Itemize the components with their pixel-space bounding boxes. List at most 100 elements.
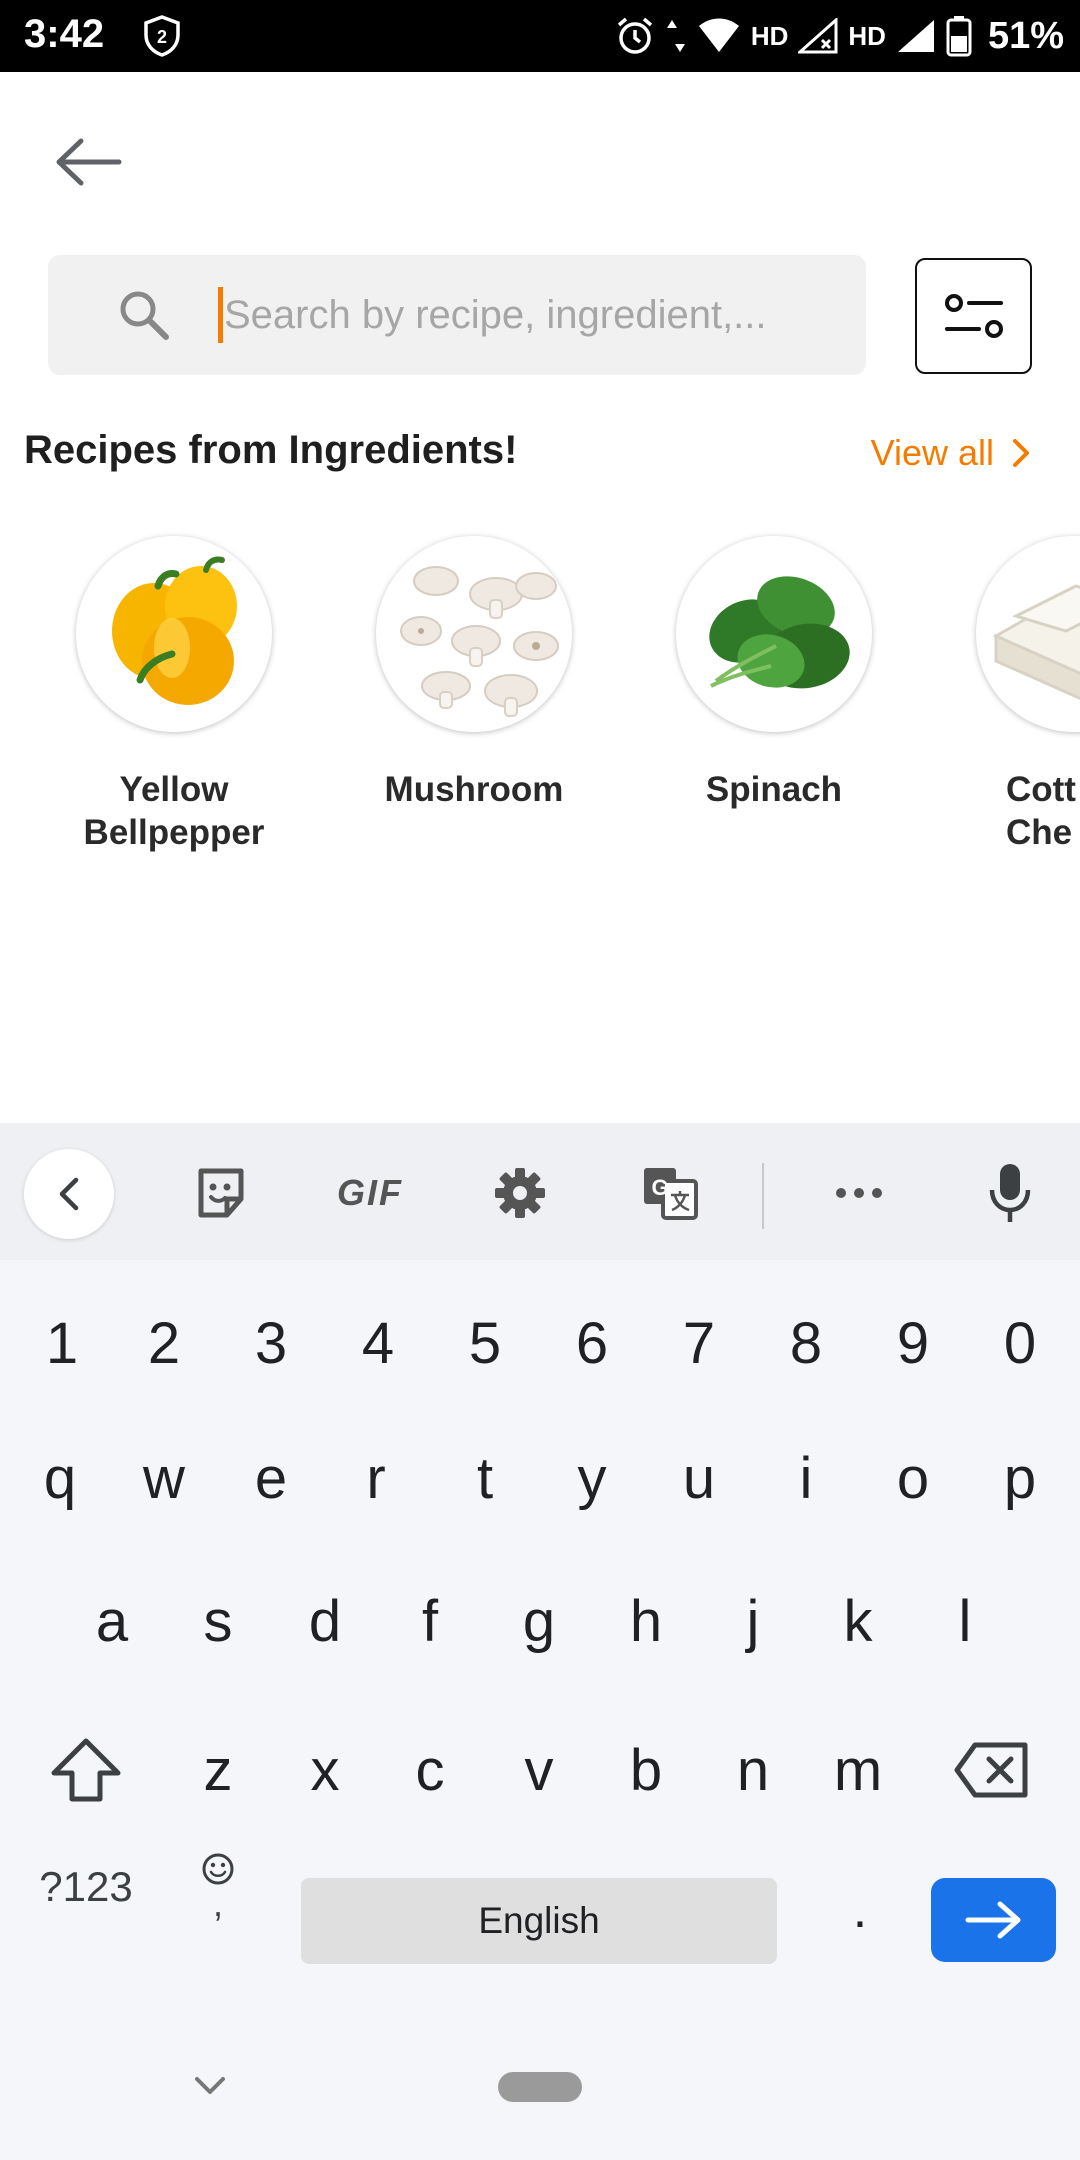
signal-muted-icon: [798, 18, 838, 54]
keyboard-toolbar: GIF G: [0, 1123, 1080, 1260]
home-gesture-pill[interactable]: [498, 2072, 582, 2102]
emoji-comma-key[interactable]: ,: [178, 1832, 258, 1942]
key-s[interactable]: s: [168, 1561, 268, 1681]
key-u[interactable]: u: [649, 1418, 749, 1538]
signal-icon: [897, 20, 934, 52]
arrow-right-icon: [965, 1901, 1020, 1939]
period-key[interactable]: .: [820, 1860, 900, 1960]
gif-button[interactable]: GIF: [325, 1151, 415, 1235]
gear-icon: [495, 1168, 545, 1218]
emoji-icon: [202, 1853, 234, 1885]
more-horizontal-icon: [836, 1188, 882, 1198]
key-4[interactable]: 4: [328, 1283, 428, 1403]
key-c[interactable]: c: [380, 1710, 480, 1830]
search-bar[interactable]: [48, 255, 866, 375]
section-title: Recipes from Ingredients!: [24, 428, 518, 472]
ingredient-item-cottage-cheese[interactable]: Cott Che: [944, 536, 1080, 854]
key-8[interactable]: 8: [756, 1283, 856, 1403]
symbols-key[interactable]: ?123: [24, 1842, 148, 1932]
key-q[interactable]: q: [10, 1418, 110, 1538]
key-9[interactable]: 9: [863, 1283, 963, 1403]
ingredient-name: Spinach: [705, 770, 843, 809]
data-arrows-icon: [666, 20, 685, 52]
ingredient-item-spinach[interactable]: Spinach: [644, 536, 904, 811]
key-f[interactable]: f: [380, 1561, 480, 1681]
key-5[interactable]: 5: [435, 1283, 535, 1403]
wifi-icon: [698, 18, 739, 52]
alarm-icon: [617, 17, 652, 54]
microphone-icon: [989, 1164, 1031, 1222]
sticker-icon: [198, 1168, 244, 1218]
key-h[interactable]: h: [596, 1561, 696, 1681]
key-m[interactable]: m: [808, 1710, 908, 1830]
key-3[interactable]: 3: [221, 1283, 321, 1403]
view-all-link[interactable]: View all: [871, 432, 1030, 474]
key-w[interactable]: w: [114, 1418, 214, 1538]
shift-icon: [51, 1738, 121, 1802]
toolbar-collapse-button[interactable]: [24, 1149, 114, 1239]
sticker-button[interactable]: [176, 1151, 266, 1235]
key-e[interactable]: e: [221, 1418, 321, 1538]
spinach-image: [676, 536, 872, 732]
chevron-left-icon: [59, 1177, 79, 1211]
enter-key[interactable]: [931, 1878, 1056, 1962]
text-cursor: [218, 287, 223, 343]
key-v[interactable]: v: [489, 1710, 589, 1830]
mushroom-image: [376, 536, 572, 732]
key-2[interactable]: 2: [114, 1283, 214, 1403]
key-j[interactable]: j: [703, 1561, 803, 1681]
key-i[interactable]: i: [756, 1418, 856, 1538]
voice-input-button[interactable]: [965, 1151, 1055, 1235]
keyboard-settings-button[interactable]: [475, 1151, 565, 1235]
key-r[interactable]: r: [326, 1418, 426, 1538]
battery-percent: 51%: [987, 14, 1064, 57]
network-label-2: HD: [848, 20, 886, 51]
gif-icon: GIF: [337, 1172, 403, 1213]
space-key[interactable]: English: [301, 1878, 777, 1964]
ingredient-item-mushroom[interactable]: Mushroom: [344, 536, 604, 811]
key-6[interactable]: 6: [542, 1283, 642, 1403]
status-bar: 3:42 2 HD HD 51%: [0, 0, 1080, 72]
key-l[interactable]: l: [915, 1561, 1015, 1681]
ingredient-name: Cott Che: [1006, 770, 1076, 852]
view-all-label: View all: [870, 432, 994, 473]
search-input[interactable]: [224, 275, 824, 355]
toolbar-divider: [762, 1163, 764, 1229]
backspace-key[interactable]: [942, 1710, 1042, 1830]
key-x[interactable]: x: [275, 1710, 375, 1830]
ingredient-carousel[interactable]: Yellow Bellpepper Mushroom Spinach Cott …: [0, 530, 1080, 870]
shift-key[interactable]: [36, 1710, 136, 1830]
ingredient-name: Mushroom: [384, 770, 564, 809]
chevron-down-icon: [195, 2077, 225, 2094]
backspace-icon: [954, 1742, 1028, 1798]
filter-sliders-icon: [944, 294, 1003, 338]
translate-button[interactable]: G: [625, 1151, 715, 1235]
ingredient-item-yellow-bellpepper[interactable]: Yellow Bellpepper: [44, 536, 304, 854]
key-n[interactable]: n: [703, 1710, 803, 1830]
battery-icon: [946, 16, 972, 57]
arrow-left-icon: [56, 138, 122, 186]
key-t[interactable]: t: [435, 1418, 535, 1538]
status-time: 3:42: [24, 12, 105, 56]
key-0[interactable]: 0: [970, 1283, 1070, 1403]
key-b[interactable]: b: [596, 1710, 696, 1830]
translate-icon: G: [644, 1168, 698, 1220]
more-options-button[interactable]: [814, 1151, 904, 1235]
key-a[interactable]: a: [62, 1561, 162, 1681]
key-k[interactable]: k: [808, 1561, 908, 1681]
key-g[interactable]: g: [489, 1561, 589, 1681]
key-d[interactable]: d: [275, 1561, 375, 1681]
key-o[interactable]: o: [863, 1418, 963, 1538]
network-label: HD: [750, 20, 789, 51]
search-icon: [120, 291, 169, 340]
shield-notification-icon: 2: [144, 15, 180, 57]
key-z[interactable]: z: [168, 1710, 268, 1830]
key-7[interactable]: 7: [649, 1283, 749, 1403]
hide-keyboard-button[interactable]: [180, 2060, 240, 2112]
ingredient-name: Yellow Bellpepper: [83, 770, 265, 852]
key-y[interactable]: y: [542, 1418, 642, 1538]
key-p[interactable]: p: [970, 1418, 1070, 1538]
back-button[interactable]: [44, 124, 132, 200]
filter-button[interactable]: [915, 258, 1032, 374]
key-1[interactable]: 1: [12, 1283, 112, 1403]
